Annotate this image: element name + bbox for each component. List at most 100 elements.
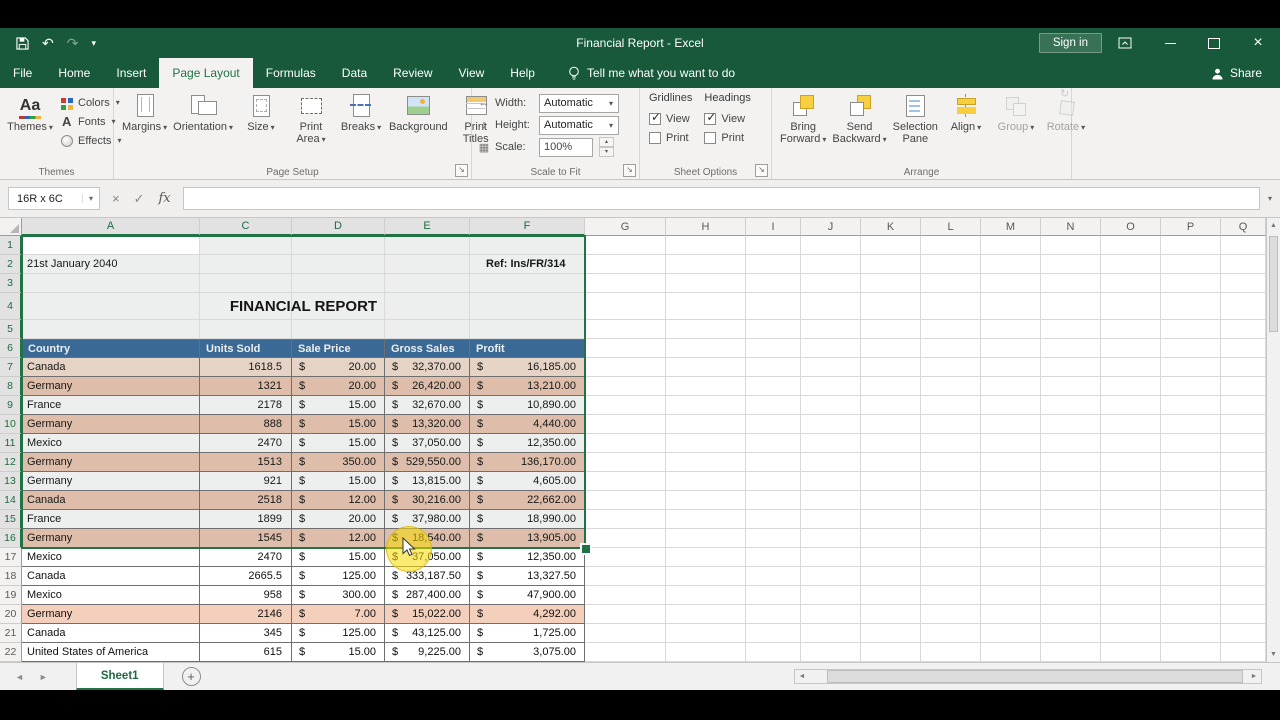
cell-N14[interactable] bbox=[1041, 491, 1101, 510]
cell-K2[interactable] bbox=[861, 255, 921, 274]
cell-D7[interactable]: $20.00 bbox=[292, 358, 385, 377]
cell-Q11[interactable] bbox=[1221, 434, 1266, 453]
cell-F16[interactable]: $13,905.00 bbox=[470, 529, 585, 548]
cell-F14[interactable]: $22,662.00 bbox=[470, 491, 585, 510]
row-header-19[interactable]: 19 bbox=[0, 586, 22, 605]
row-header-18[interactable]: 18 bbox=[0, 567, 22, 586]
cell-F19[interactable]: $47,900.00 bbox=[470, 586, 585, 605]
cell-H4[interactable] bbox=[666, 293, 746, 320]
cell-G12[interactable] bbox=[585, 453, 666, 472]
cell-E3[interactable] bbox=[385, 274, 470, 293]
cell-C18[interactable]: 2665.5 bbox=[200, 567, 292, 586]
cell-J7[interactable] bbox=[801, 358, 861, 377]
cell-E18[interactable]: $333,187.50 bbox=[385, 567, 470, 586]
column-header-Q[interactable]: Q bbox=[1221, 218, 1266, 236]
row-header-3[interactable]: 3 bbox=[0, 274, 22, 293]
cell-H9[interactable] bbox=[666, 396, 746, 415]
cell-L2[interactable] bbox=[921, 255, 981, 274]
cell-N3[interactable] bbox=[1041, 274, 1101, 293]
cell-A12[interactable]: Germany bbox=[22, 453, 200, 472]
row-header-12[interactable]: 12 bbox=[0, 453, 22, 472]
cell-H21[interactable] bbox=[666, 624, 746, 643]
cell-C12[interactable]: 1513 bbox=[200, 453, 292, 472]
cell-I10[interactable] bbox=[746, 415, 801, 434]
insert-function-icon[interactable]: fx bbox=[159, 191, 171, 206]
cell-M10[interactable] bbox=[981, 415, 1041, 434]
cell-K13[interactable] bbox=[861, 472, 921, 491]
cell-Q9[interactable] bbox=[1221, 396, 1266, 415]
cell-D14[interactable]: $12.00 bbox=[292, 491, 385, 510]
cell-F15[interactable]: $18,990.00 bbox=[470, 510, 585, 529]
cell-E20[interactable]: $15,022.00 bbox=[385, 605, 470, 624]
scale-to-fit-dialog-launcher[interactable]: ↘ bbox=[623, 164, 636, 177]
cell-C20[interactable]: 2146 bbox=[200, 605, 292, 624]
cell-G11[interactable] bbox=[585, 434, 666, 453]
column-header-F[interactable]: F bbox=[470, 218, 585, 236]
scroll-left-icon[interactable]: ◄ bbox=[795, 673, 809, 680]
cell-I22[interactable] bbox=[746, 643, 801, 662]
cell-J19[interactable] bbox=[801, 586, 861, 605]
cell-M3[interactable] bbox=[981, 274, 1041, 293]
cell-M8[interactable] bbox=[981, 377, 1041, 396]
cell-I13[interactable] bbox=[746, 472, 801, 491]
cell-M17[interactable] bbox=[981, 548, 1041, 567]
cell-E1[interactable] bbox=[385, 236, 470, 255]
row-header-15[interactable]: 15 bbox=[0, 510, 22, 529]
horizontal-scrollbar[interactable]: ◄ ► bbox=[794, 669, 1262, 684]
cell-D3[interactable] bbox=[292, 274, 385, 293]
save-icon[interactable] bbox=[16, 37, 29, 50]
cell-O6[interactable] bbox=[1101, 339, 1161, 358]
size-button[interactable]: Size▾ bbox=[236, 90, 286, 147]
cell-H12[interactable] bbox=[666, 453, 746, 472]
cell-M13[interactable] bbox=[981, 472, 1041, 491]
cell-P4[interactable] bbox=[1161, 293, 1221, 320]
cell-N4[interactable] bbox=[1041, 293, 1101, 320]
cell-L15[interactable] bbox=[921, 510, 981, 529]
cell-E6[interactable]: Gross Sales bbox=[385, 339, 470, 358]
cell-P3[interactable] bbox=[1161, 274, 1221, 293]
breaks-button[interactable]: Breaks▾ bbox=[336, 90, 386, 147]
cell-I2[interactable] bbox=[746, 255, 801, 274]
cell-A7[interactable]: Canada bbox=[22, 358, 200, 377]
cell-H15[interactable] bbox=[666, 510, 746, 529]
cell-D17[interactable]: $15.00 bbox=[292, 548, 385, 567]
cell-F9[interactable]: $10,890.00 bbox=[470, 396, 585, 415]
scroll-right-icon[interactable]: ► bbox=[1247, 673, 1261, 680]
row-header-20[interactable]: 20 bbox=[0, 605, 22, 624]
cell-Q16[interactable] bbox=[1221, 529, 1266, 548]
cell-N19[interactable] bbox=[1041, 586, 1101, 605]
cell-A11[interactable]: Mexico bbox=[22, 434, 200, 453]
cell-N8[interactable] bbox=[1041, 377, 1101, 396]
cell-D10[interactable]: $15.00 bbox=[292, 415, 385, 434]
cell-J8[interactable] bbox=[801, 377, 861, 396]
cell-D22[interactable]: $15.00 bbox=[292, 643, 385, 662]
cell-N20[interactable] bbox=[1041, 605, 1101, 624]
cell-H7[interactable] bbox=[666, 358, 746, 377]
cell-M9[interactable] bbox=[981, 396, 1041, 415]
column-header-A[interactable]: A bbox=[22, 218, 200, 236]
cell-D5[interactable] bbox=[292, 320, 385, 339]
cell-C3[interactable] bbox=[200, 274, 292, 293]
sheet-options-dialog-launcher[interactable]: ↘ bbox=[755, 164, 768, 177]
cell-K17[interactable] bbox=[861, 548, 921, 567]
cell-L10[interactable] bbox=[921, 415, 981, 434]
cell-H2[interactable] bbox=[666, 255, 746, 274]
cell-I19[interactable] bbox=[746, 586, 801, 605]
cell-G21[interactable] bbox=[585, 624, 666, 643]
cell-M4[interactable] bbox=[981, 293, 1041, 320]
sheet-nav-left-icon[interactable]: ◄ bbox=[15, 672, 24, 682]
margins-button[interactable]: Margins▾ bbox=[119, 90, 170, 147]
cell-G14[interactable] bbox=[585, 491, 666, 510]
cell-C6[interactable]: Units Sold bbox=[200, 339, 292, 358]
select-all-corner[interactable] bbox=[0, 218, 22, 236]
cell-K9[interactable] bbox=[861, 396, 921, 415]
cell-I21[interactable] bbox=[746, 624, 801, 643]
cell-J14[interactable] bbox=[801, 491, 861, 510]
cell-L12[interactable] bbox=[921, 453, 981, 472]
cell-F4[interactable] bbox=[470, 293, 585, 320]
cell-K12[interactable] bbox=[861, 453, 921, 472]
cell-E4[interactable] bbox=[385, 293, 470, 320]
cell-N17[interactable] bbox=[1041, 548, 1101, 567]
cell-O13[interactable] bbox=[1101, 472, 1161, 491]
cell-F21[interactable]: $1,725.00 bbox=[470, 624, 585, 643]
